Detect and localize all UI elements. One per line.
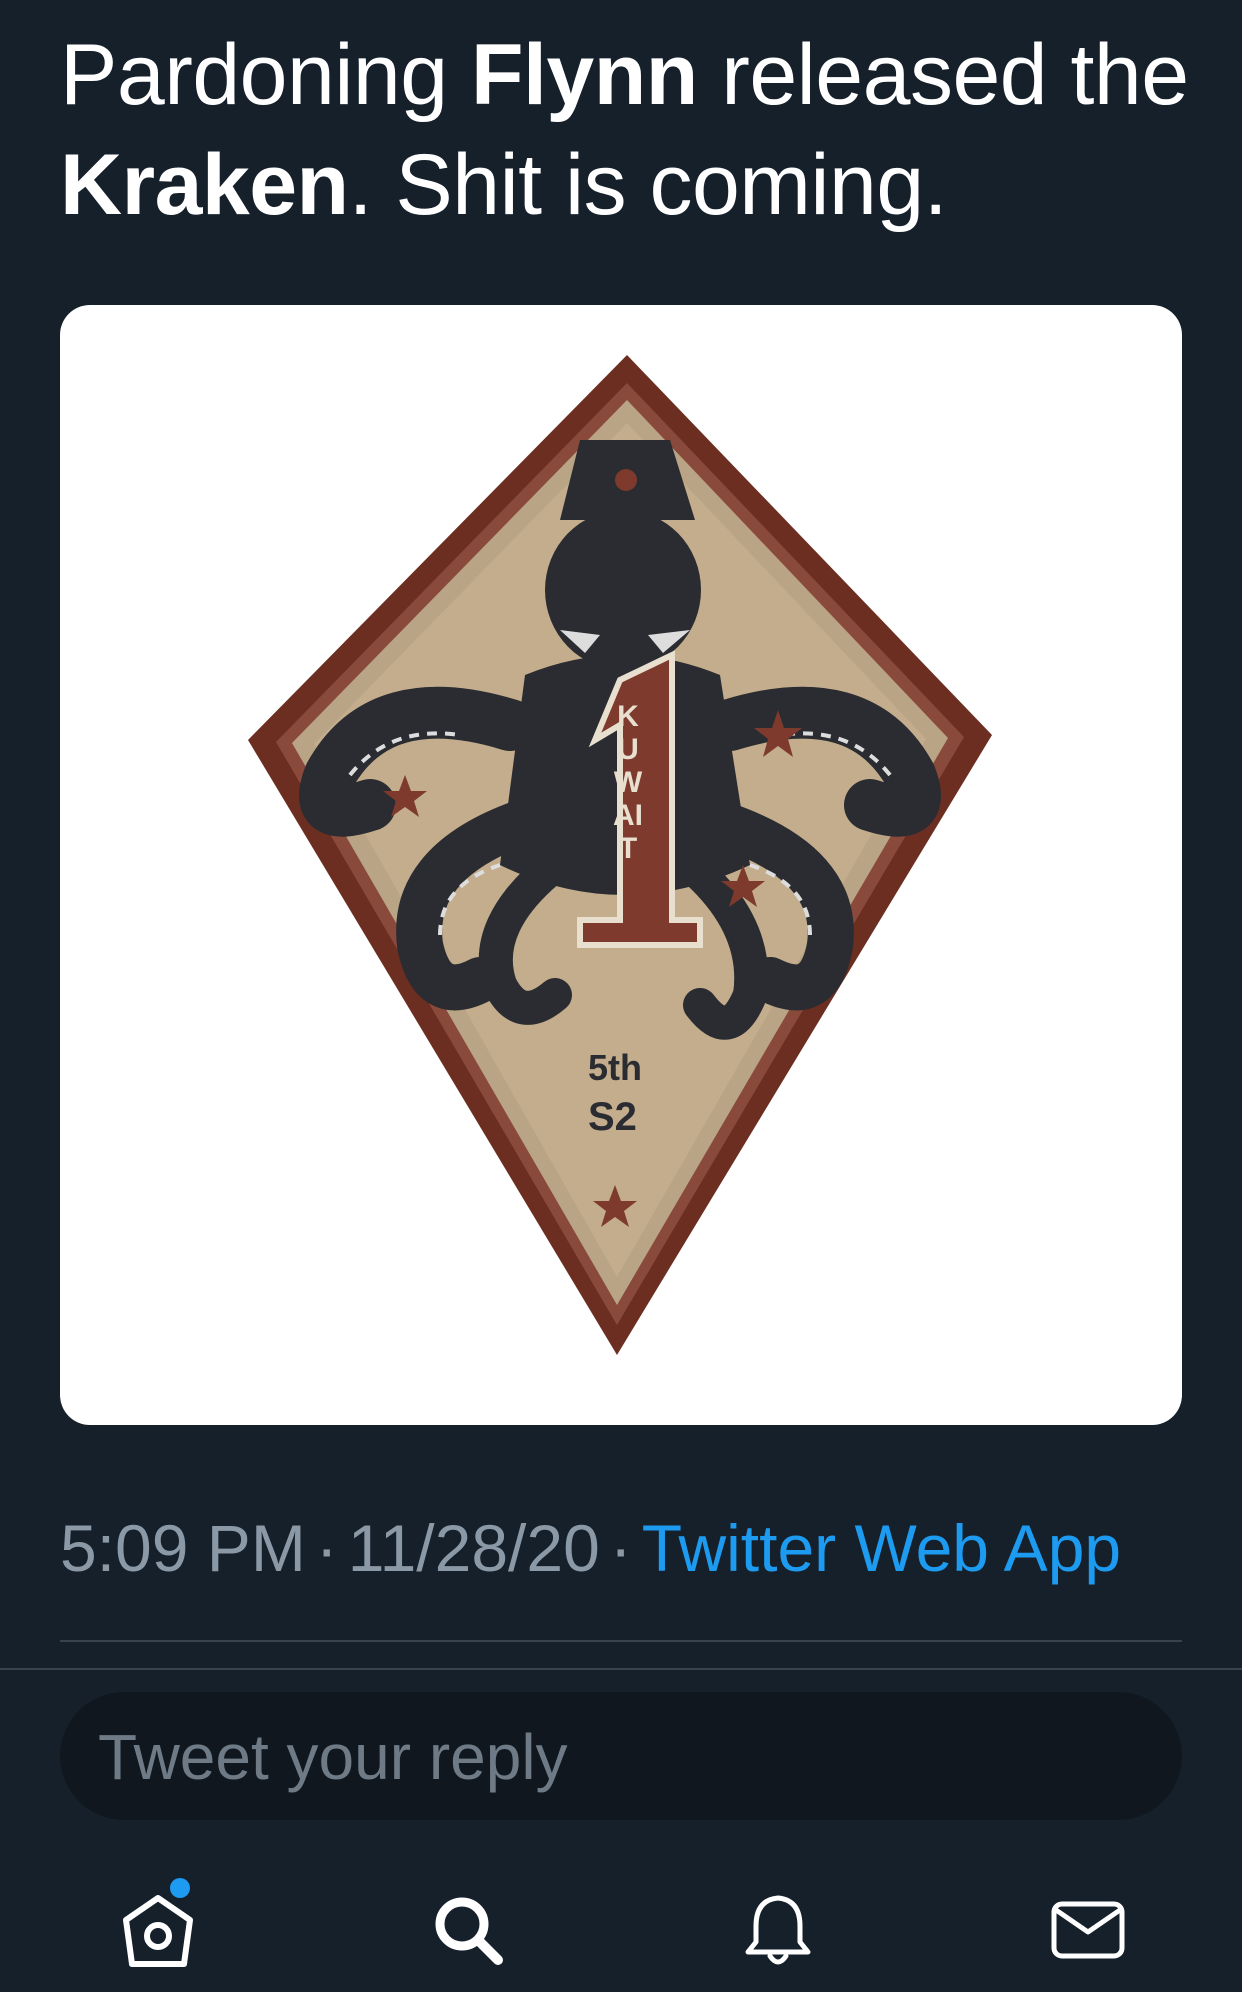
tweet-meta: 5:09 PM · 11/28/20 · Twitter Web App xyxy=(60,1510,1121,1586)
tweet-text-part: Pardoning xyxy=(60,27,471,123)
patch-code-text: S2 xyxy=(588,1095,637,1139)
tweet-text-flynn: Flynn xyxy=(470,27,698,123)
tab-messages[interactable] xyxy=(1048,1890,1128,1970)
tab-search[interactable] xyxy=(428,1890,508,1970)
reply-input[interactable] xyxy=(96,1692,1140,1822)
tweet-text-part: released the xyxy=(697,27,1189,123)
home-notification-dot xyxy=(170,1878,190,1898)
patch-vertical-text: KUWAIT xyxy=(613,700,643,865)
home-icon xyxy=(123,1895,193,1967)
tweet-time[interactable]: 5:09 PM xyxy=(60,1511,306,1585)
divider xyxy=(0,1668,1242,1670)
patch-unit-text: 5th xyxy=(588,1047,642,1088)
mail-icon xyxy=(1051,1901,1125,1959)
divider xyxy=(60,1640,1182,1642)
tweet-date[interactable]: 11/28/20 xyxy=(348,1511,600,1585)
meta-separator: · xyxy=(609,1511,632,1585)
tweet-text-kraken: Kraken xyxy=(60,137,349,233)
bell-icon xyxy=(745,1895,811,1965)
tweet-text-part: . Shit is coming. xyxy=(348,137,948,233)
search-icon xyxy=(435,1897,503,1965)
bottom-tab-bar xyxy=(0,1860,1242,1992)
tweet-source-link[interactable]: Twitter Web App xyxy=(642,1511,1121,1585)
kraken-patch-illustration xyxy=(248,355,992,1355)
reply-box[interactable] xyxy=(60,1692,1182,1822)
tweet-media-image[interactable]: KUWAIT 1 5th S2 xyxy=(60,305,1182,1425)
tab-home[interactable] xyxy=(118,1890,198,1970)
tweet-text: Pardoning Flynn released the Kraken. Shi… xyxy=(60,20,1200,240)
tab-notifications[interactable] xyxy=(738,1890,818,1970)
meta-separator: · xyxy=(315,1511,338,1585)
